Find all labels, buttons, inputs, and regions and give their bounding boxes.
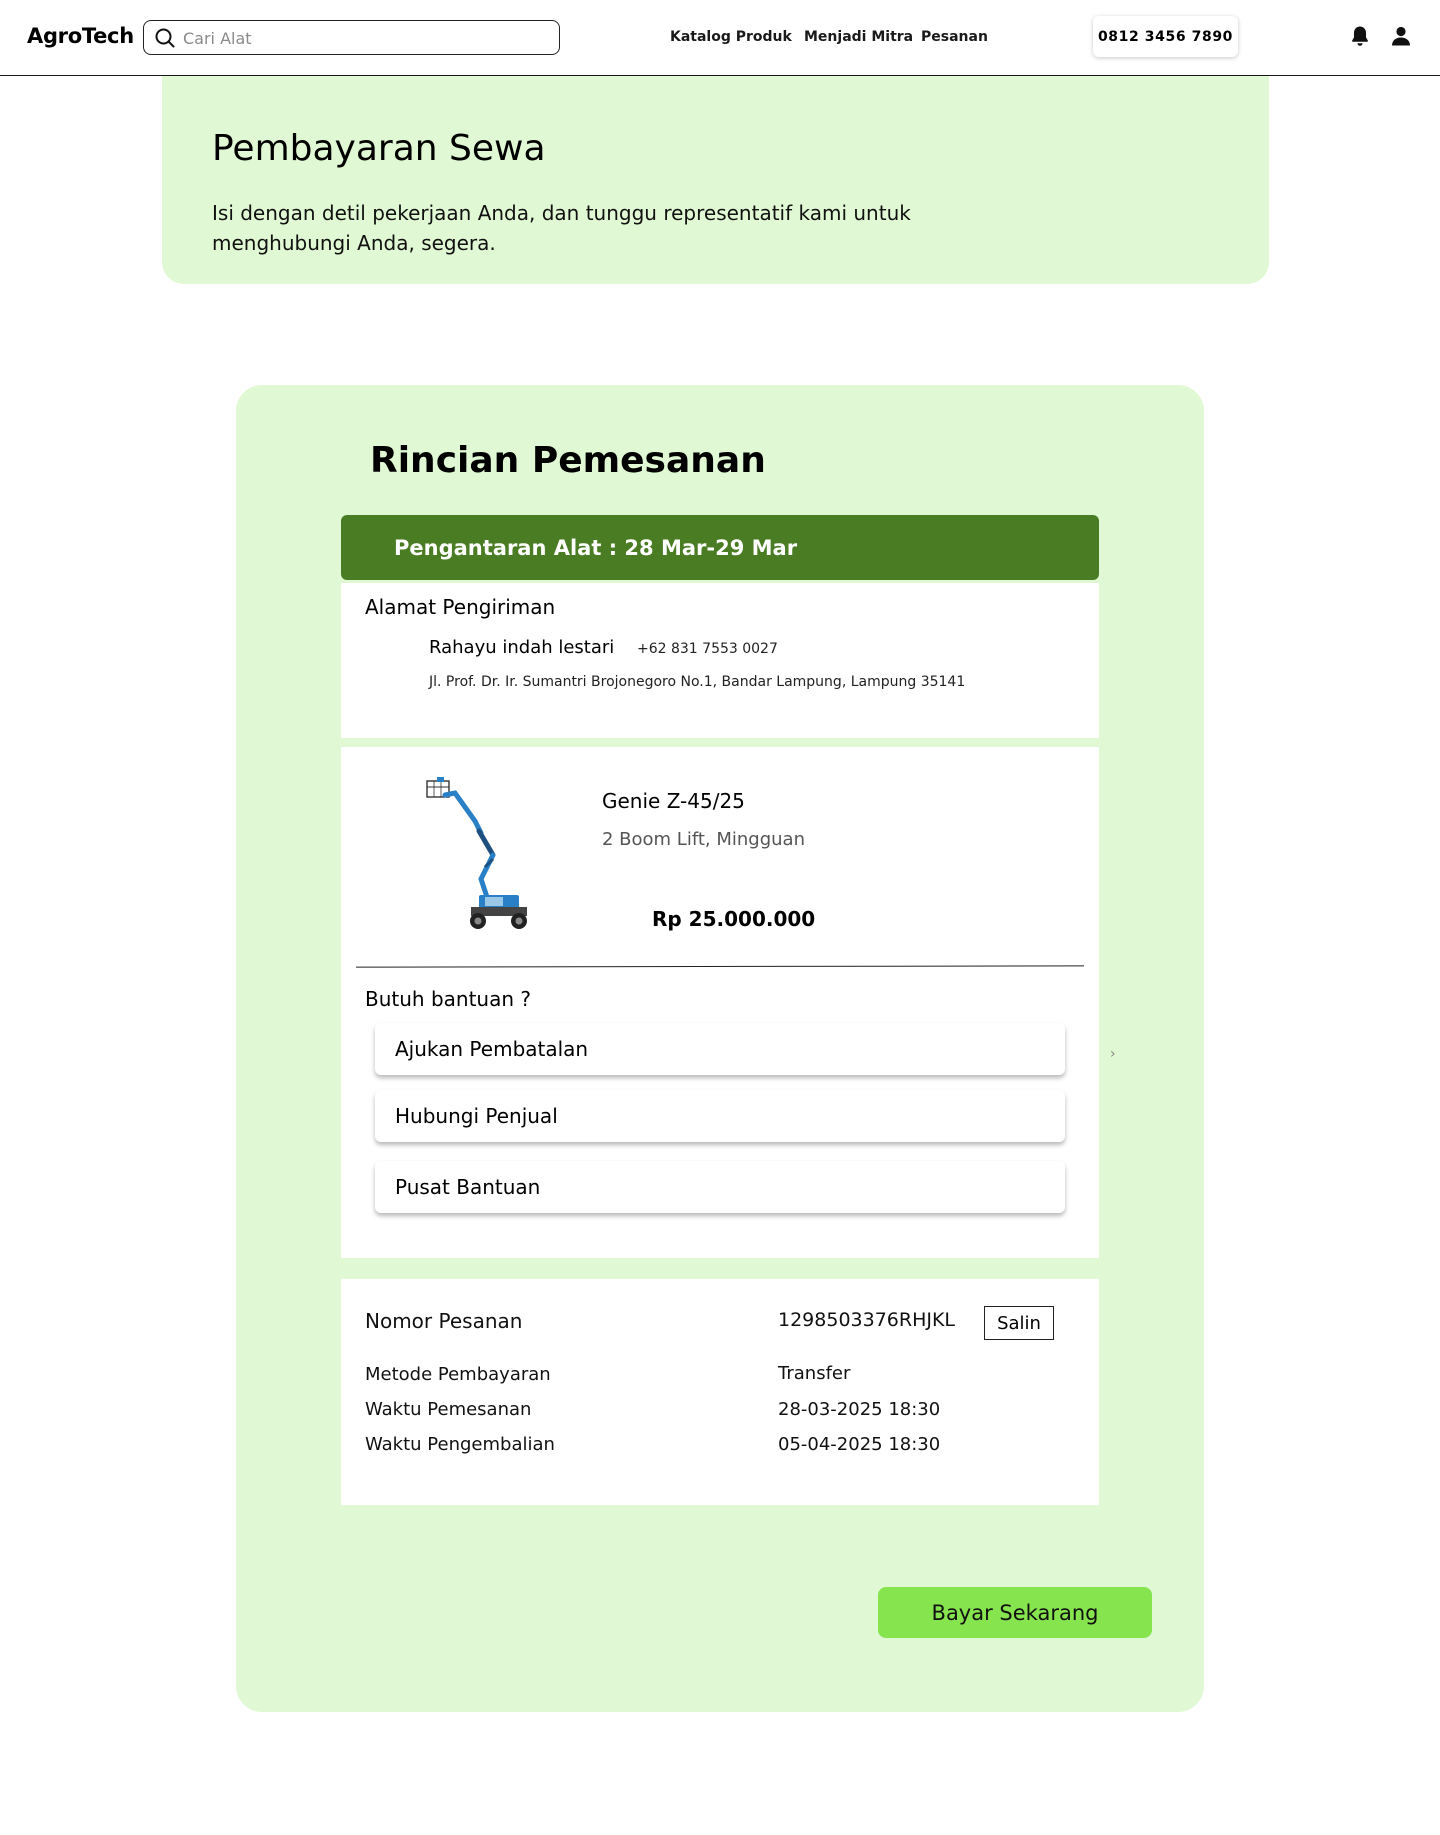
contact-seller-button[interactable]: Hubungi Penjual	[375, 1090, 1065, 1142]
search-icon	[155, 28, 175, 48]
help-center-button[interactable]: Pusat Bantuan	[375, 1161, 1065, 1213]
order-number-label: Nomor Pesanan	[365, 1309, 523, 1333]
payment-method-value: Transfer	[778, 1363, 851, 1384]
search-bar[interactable]	[143, 20, 560, 55]
product-price: Rp 25.000.000	[652, 907, 816, 931]
shipping-address-heading: Alamat Pengiriman	[365, 595, 556, 619]
product-variant: 2 Boom Lift, Mingguan	[602, 829, 805, 850]
cancel-order-button[interactable]: Ajukan Pembatalan	[375, 1023, 1065, 1075]
section-divider	[355, 965, 1085, 968]
help-heading: Butuh bantuan ?	[365, 987, 531, 1011]
delivery-date-banner: Pengantaran Alat : 28 Mar-29 Mar	[341, 515, 1099, 580]
payment-method-label: Metode Pembayaran	[365, 1364, 551, 1385]
phone-number-chip[interactable]: 0812 3456 7890	[1093, 16, 1238, 57]
copy-order-number-button[interactable]: Salin	[984, 1306, 1054, 1340]
order-details-title: Rincian Pemesanan	[370, 440, 766, 481]
page-description: Isi dengan detil pekerjaan Anda, dan tun…	[212, 201, 911, 255]
pay-now-button[interactable]: Bayar Sekarang	[878, 1587, 1152, 1638]
nav-link-pesanan[interactable]: Pesanan	[921, 29, 988, 45]
nav-link-menjadi-mitra[interactable]: Menjadi Mitra	[804, 29, 913, 45]
order-time-value: 28-03-2025 18:30	[778, 1399, 941, 1420]
order-time-label: Waktu Pemesanan	[365, 1399, 532, 1420]
search-input[interactable]	[183, 25, 543, 51]
bell-icon[interactable]	[1348, 24, 1372, 48]
boom-lift-image	[426, 777, 527, 929]
return-time-label: Waktu Pengembalian	[365, 1434, 555, 1455]
product-name: Genie Z-45/25	[602, 789, 745, 813]
recipient-phone: +62 831 7553 0027	[637, 641, 778, 657]
chevron-right-icon[interactable]: ›	[1110, 1046, 1116, 1062]
hero-banner: Pembayaran Sewa Isi dengan detil pekerja…	[162, 76, 1269, 284]
page-title: Pembayaran Sewa	[212, 128, 546, 169]
order-details-card: Rincian Pemesanan Pengantaran Alat : 28 …	[236, 385, 1204, 1712]
return-time-value: 05-04-2025 18:30	[778, 1434, 941, 1455]
nav-link-katalog-produk[interactable]: Katalog Produk	[670, 29, 792, 45]
brand-logo[interactable]: AgroTech	[27, 24, 134, 48]
order-number-value: 1298503376RHJKL	[778, 1309, 956, 1331]
top-navbar: AgroTech Katalog Produk Menjadi Mitra Pe…	[0, 0, 1440, 76]
recipient-name: Rahayu indah lestari	[429, 637, 615, 658]
order-info-panel: Nomor Pesanan 1298503376RHJKL Salin Meto…	[341, 1279, 1099, 1505]
product-panel: Genie Z-45/25 2 Boom Lift, Mingguan Rp 2…	[341, 747, 1099, 1258]
user-icon[interactable]	[1389, 24, 1413, 48]
shipping-address-panel: Alamat Pengiriman Rahayu indah lestari +…	[341, 583, 1099, 738]
shipping-address-line: Jl. Prof. Dr. Ir. Sumantri Brojonegoro N…	[429, 674, 966, 690]
